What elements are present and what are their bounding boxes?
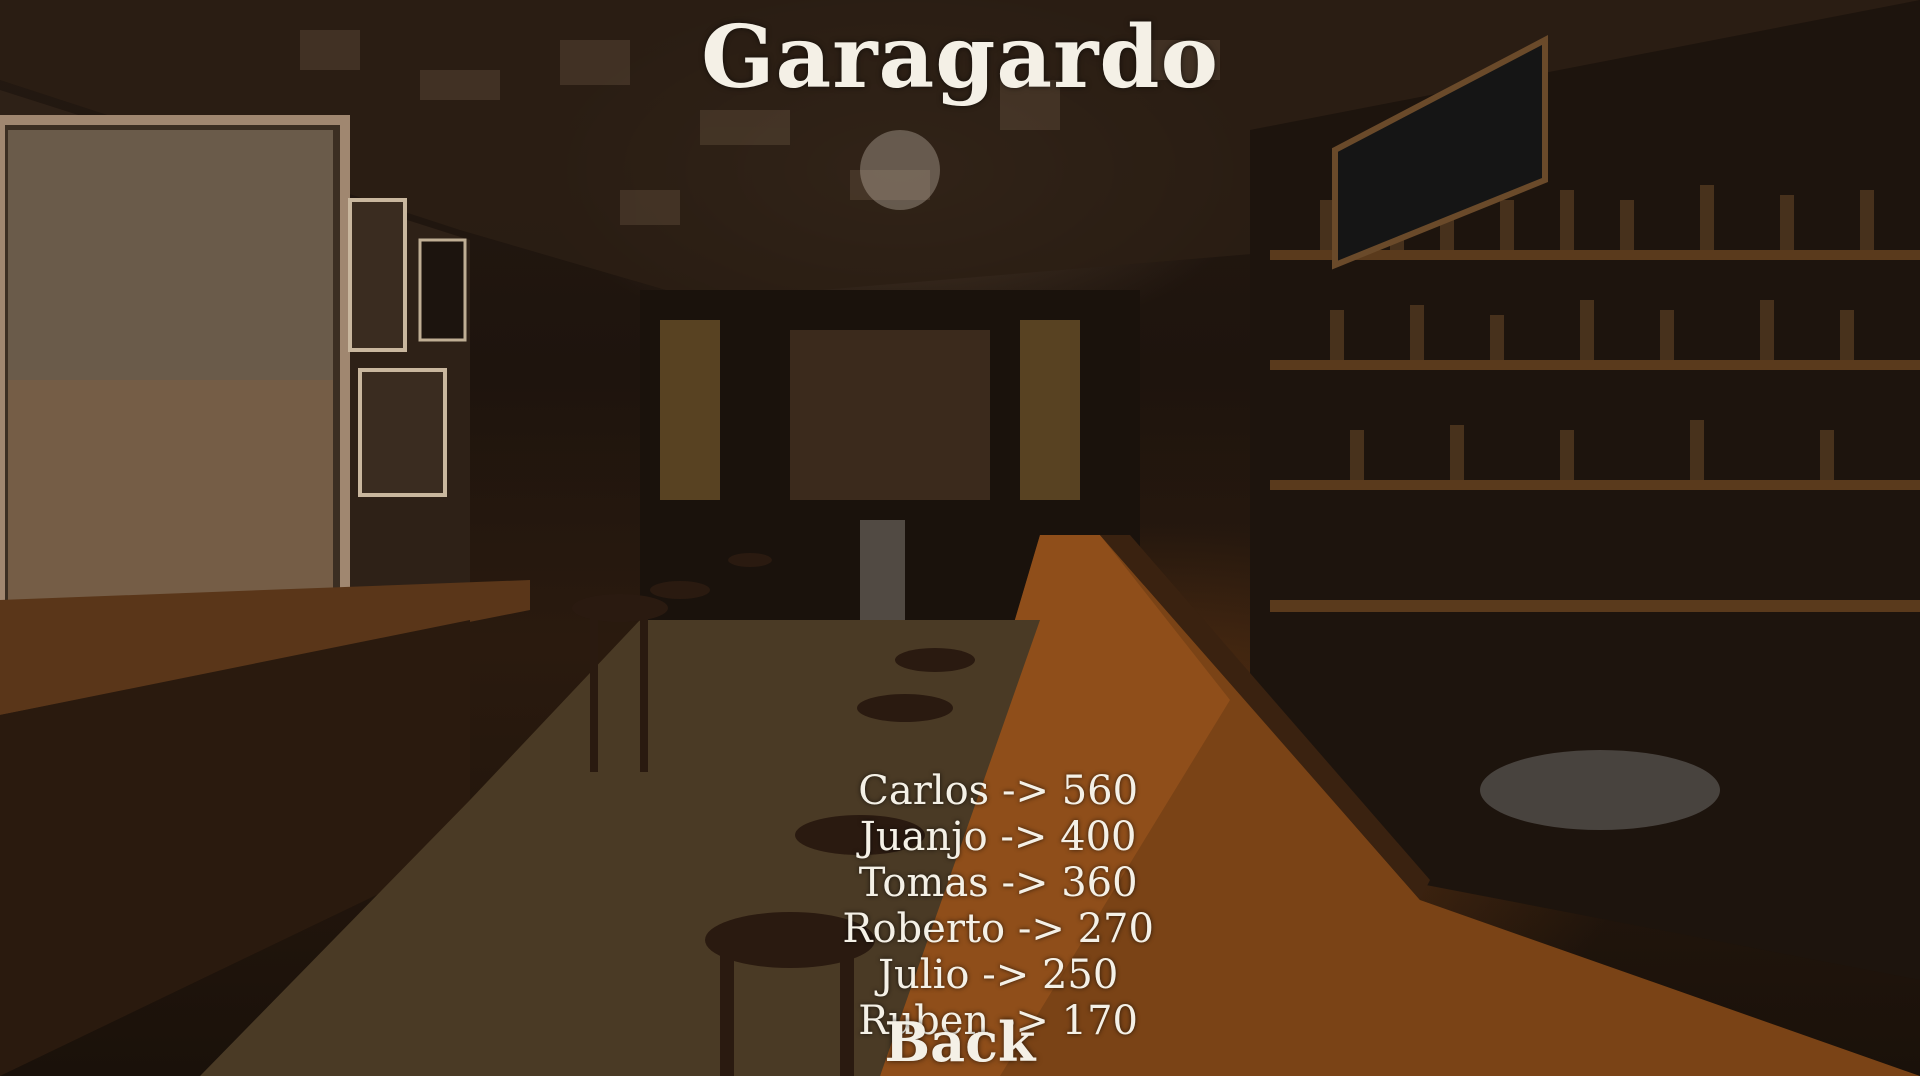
score-arrow: -> (982, 952, 1030, 998)
score-arrow: -> (1000, 814, 1048, 860)
back-button[interactable]: Back (860, 1010, 1060, 1074)
game-title: Garagardo (701, 7, 1219, 108)
score-arrow: -> (1001, 768, 1049, 814)
player-score: 360 (1061, 860, 1138, 906)
score-arrow: -> (1001, 860, 1049, 906)
player-name: Juanjo (859, 814, 988, 860)
player-name: Tomas (858, 860, 989, 906)
player-name: Julio (878, 952, 970, 998)
player-score: 270 (1077, 906, 1154, 952)
player-score: 250 (1041, 952, 1119, 998)
player-score: 170 (1061, 998, 1139, 1044)
player-name: Roberto (842, 906, 1006, 952)
high-score-list: Carlos -> 560 Juanjo -> 400 Tomas -> 360… (0, 722, 1920, 1044)
leaderboard-screen: Garagardo Carlos -> 560 Juanjo -> 400 To… (0, 0, 1920, 1080)
score-row: Carlos -> 560 (0, 722, 1920, 814)
player-name: Carlos (858, 768, 990, 814)
player-score: 400 (1060, 814, 1137, 860)
player-score: 560 (1061, 768, 1139, 814)
score-arrow: -> (1017, 906, 1065, 952)
